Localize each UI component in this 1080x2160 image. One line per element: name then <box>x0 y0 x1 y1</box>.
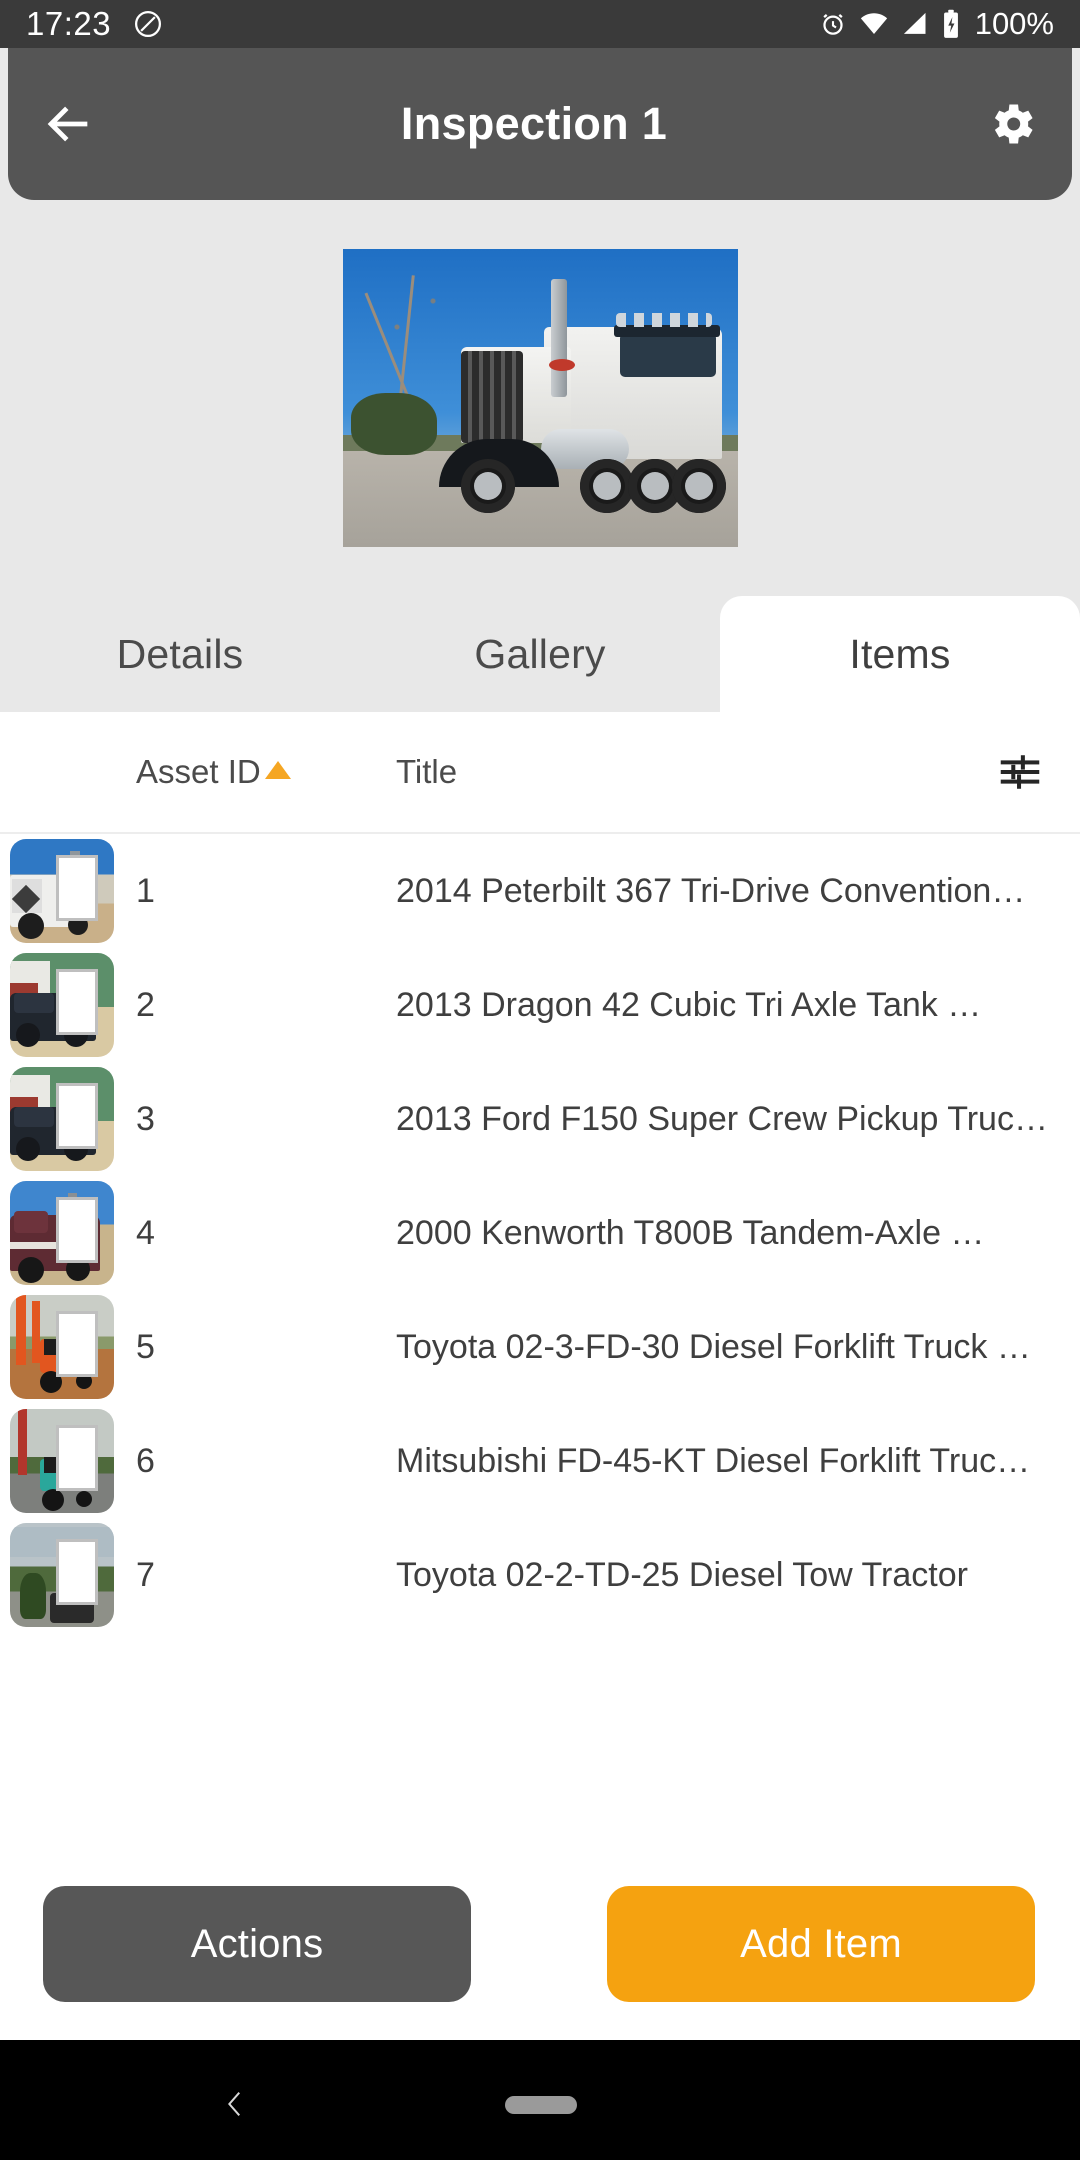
row-asset-id: 4 <box>136 1213 155 1252</box>
nav-back-chevron-icon <box>218 2087 252 2121</box>
hero-truck-badge <box>548 359 575 371</box>
tab-details[interactable]: Details <box>0 596 360 712</box>
table-row[interactable]: 4 2000 Kenworth T800B Tandem-Axle … <box>0 1176 1080 1290</box>
thumbnail-placeholder-icon <box>56 1425 98 1491</box>
row-asset-id: 7 <box>136 1555 155 1594</box>
inspection-hero-image[interactable] <box>342 249 738 547</box>
item-thumbnail[interactable] <box>10 839 114 943</box>
hero-image-container <box>0 200 1080 596</box>
column-header-title[interactable]: Title <box>296 753 960 791</box>
thumbnail-placeholder-icon <box>56 1197 98 1263</box>
thumbnail-placeholder-icon <box>56 1083 98 1149</box>
row-title: 2013 Dragon 42 Cubic Tri Axle Tank … <box>396 985 982 1024</box>
hero-truck-grille <box>460 351 523 443</box>
settings-button[interactable] <box>952 48 1072 200</box>
thumbnail-placeholder-icon <box>56 855 98 921</box>
row-title: 2013 Ford F150 Super Crew Pickup Truc… <box>396 1099 1048 1138</box>
wifi-icon <box>859 10 889 38</box>
cell-signal-icon <box>901 10 929 38</box>
status-bar-left: 17:23 <box>26 5 163 43</box>
app-bar: Inspection 1 <box>8 48 1072 200</box>
app-screen: 17:23 100% Inspection 1 Details Gallery … <box>0 0 1080 2160</box>
back-button[interactable] <box>8 48 128 200</box>
row-asset-id: 3 <box>136 1099 155 1138</box>
tune-filter-icon <box>997 749 1043 795</box>
tab-items[interactable]: Items <box>720 596 1080 712</box>
status-bar: 17:23 100% <box>0 0 1080 48</box>
tab-gallery-label: Gallery <box>474 630 606 677</box>
status-bar-right: 100% <box>819 6 1054 42</box>
item-thumbnail[interactable] <box>10 1181 114 1285</box>
table-header-row: Asset ID Title <box>0 712 1080 834</box>
column-header-asset-id-label: Asset ID <box>136 753 261 790</box>
thumbnail-placeholder-icon <box>56 1539 98 1605</box>
row-thumbnail-cell <box>0 1067 136 1171</box>
table-row[interactable]: 6 Mitsubishi FD-45-KT Diesel Forklift Tr… <box>0 1404 1080 1518</box>
table-row[interactable]: 7 Toyota 02-2-TD-25 Diesel Tow Tractor <box>0 1518 1080 1632</box>
page-title: Inspection 1 <box>400 98 668 149</box>
table-row[interactable]: 2 2013 Dragon 42 Cubic Tri Axle Tank … <box>0 948 1080 1062</box>
tab-bar: Details Gallery Items <box>0 596 1080 712</box>
row-thumbnail-cell <box>0 953 136 1057</box>
status-clock: 17:23 <box>26 5 112 42</box>
item-thumbnail[interactable] <box>10 1523 114 1627</box>
arrow-left-icon <box>39 95 97 153</box>
alarm-icon <box>819 10 847 38</box>
tab-gallery[interactable]: Gallery <box>360 596 720 712</box>
hero-bush <box>350 393 437 455</box>
item-thumbnail[interactable] <box>10 953 114 1057</box>
hero-truck-wheel <box>460 459 515 513</box>
hero-truck-windshield <box>619 333 716 377</box>
actions-button[interactable]: Actions <box>43 1886 471 2002</box>
table-row[interactable]: 3 2013 Ford F150 Super Crew Pickup Truc… <box>0 1062 1080 1176</box>
column-header-asset-id[interactable]: Asset ID <box>136 753 296 791</box>
item-thumbnail[interactable] <box>10 1295 114 1399</box>
dnd-circle-slash-icon <box>133 9 163 39</box>
row-thumbnail-cell <box>0 839 136 943</box>
nav-back-button[interactable] <box>215 2084 255 2124</box>
column-header-title-label: Title <box>396 753 458 790</box>
nav-home-pill-icon[interactable] <box>505 2096 577 2114</box>
item-thumbnail[interactable] <box>10 1067 114 1171</box>
items-table: Asset ID Title 1 2014 Peterbilt 367 Tri-… <box>0 712 1080 2040</box>
hero-truck-wheel <box>671 459 726 513</box>
add-item-button[interactable]: Add Item <box>607 1886 1035 2002</box>
thumbnail-placeholder-icon <box>56 1311 98 1377</box>
bottom-action-bar: Actions Add Item <box>0 1886 1080 2040</box>
table-body: 1 2014 Peterbilt 367 Tri-Drive Conventio… <box>0 834 1080 1632</box>
table-row[interactable]: 5 Toyota 02-3-FD-30 Diesel Forklift Truc… <box>0 1290 1080 1404</box>
actions-button-label: Actions <box>190 1921 324 1966</box>
item-thumbnail[interactable] <box>10 1409 114 1513</box>
table-row[interactable]: 1 2014 Peterbilt 367 Tri-Drive Conventio… <box>0 834 1080 948</box>
row-title: Toyota 02-3-FD-30 Diesel Forklift Truck … <box>396 1327 1031 1366</box>
row-thumbnail-cell <box>0 1181 136 1285</box>
row-asset-id: 1 <box>136 871 155 910</box>
tab-items-label: Items <box>849 630 951 677</box>
row-asset-id: 5 <box>136 1327 155 1366</box>
row-asset-id: 2 <box>136 985 155 1024</box>
row-thumbnail-cell <box>0 1409 136 1513</box>
row-title: Mitsubishi FD-45-KT Diesel Forklift Truc… <box>396 1441 1031 1480</box>
battery-percent-label: 100% <box>974 6 1054 41</box>
row-thumbnail-cell <box>0 1523 136 1627</box>
row-title: 2000 Kenworth T800B Tandem-Axle … <box>396 1213 985 1252</box>
row-title: Toyota 02-2-TD-25 Diesel Tow Tractor <box>396 1555 968 1594</box>
battery-charging-icon <box>941 9 961 39</box>
hero-truck-exhaust-stack <box>550 279 567 397</box>
android-nav-bar <box>0 2040 1080 2160</box>
gear-icon <box>986 98 1038 150</box>
add-item-button-label: Add Item <box>740 1921 902 1966</box>
row-title: 2014 Peterbilt 367 Tri-Drive Convention… <box>396 871 1026 910</box>
hero-truck-lights <box>615 313 712 327</box>
tab-details-label: Details <box>116 630 244 677</box>
row-thumbnail-cell <box>0 1295 136 1399</box>
row-asset-id: 6 <box>136 1441 155 1480</box>
thumbnail-placeholder-icon <box>56 969 98 1035</box>
hero-truck-wheel <box>579 459 634 513</box>
filter-button[interactable] <box>960 749 1080 795</box>
sort-ascending-icon <box>264 761 291 779</box>
